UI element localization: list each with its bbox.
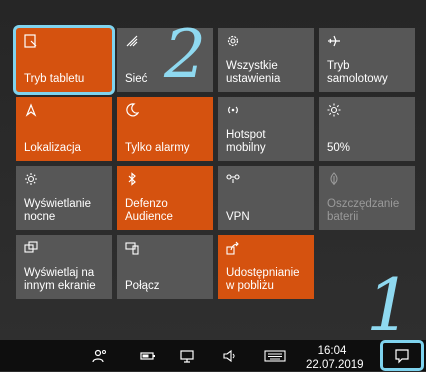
- tile-vpn[interactable]: VPN: [218, 166, 314, 230]
- bluetooth-icon: [128, 172, 136, 186]
- tablet-mode-highlight: [13, 25, 115, 95]
- brightness-icon: [327, 103, 341, 117]
- battery-saver-icon: [330, 172, 338, 185]
- tile-label: Wyświetlaj na innym ekranie: [24, 267, 96, 292]
- people-icon[interactable]: [92, 348, 108, 364]
- tile-connect[interactable]: Połącz: [117, 235, 213, 299]
- clock-date: 22.07.2019: [306, 359, 364, 371]
- tile-label: Połącz: [125, 280, 160, 292]
- tile-location[interactable]: Lokalizacja: [16, 97, 112, 161]
- network-icon: [126, 35, 138, 47]
- action-center-panel: Tryb tabletu Sieć Wszystkie ustawienia T…: [0, 0, 426, 347]
- annotation-step-2: 2: [164, 16, 206, 93]
- tile-bluetooth[interactable]: Defenzo Audience: [117, 166, 213, 230]
- tile-brightness[interactable]: 50%: [319, 97, 415, 161]
- action-center-highlight: [380, 340, 424, 371]
- tile-label: Wyświetlanie nocne: [24, 198, 92, 223]
- battery-icon[interactable]: [140, 348, 156, 364]
- tile-label: Tryb samolotowy: [327, 60, 388, 85]
- tile-label: Defenzo Audience: [125, 198, 173, 223]
- tile-label: Wszystkie ustawienia: [226, 60, 281, 85]
- vpn-icon: [226, 174, 240, 183]
- network-tray-icon[interactable]: [180, 348, 196, 364]
- connect-icon: [125, 242, 139, 255]
- tile-project[interactable]: Wyświetlaj na innym ekranie: [16, 235, 112, 299]
- tile-label: VPN: [226, 211, 250, 223]
- tile-mobile-hotspot[interactable]: Hotspot mobilny: [218, 97, 314, 161]
- tile-label: Lokalizacja: [24, 142, 81, 154]
- taskbar: 16:04 22.07.2019: [0, 340, 426, 371]
- location-icon: [25, 103, 37, 117]
- gear-icon: [227, 35, 239, 47]
- hotspot-icon: [228, 106, 238, 114]
- tile-label: Udostępnianie w pobliżu: [226, 267, 300, 292]
- keyboard-icon[interactable]: [264, 348, 286, 364]
- tile-label: Tylko alarmy: [125, 142, 190, 154]
- tile-nearby-sharing[interactable]: Udostępnianie w pobliżu: [218, 235, 314, 299]
- tile-label: Hotspot mobilny: [226, 129, 266, 154]
- project-icon: [24, 241, 38, 253]
- clock-time: 16:04: [317, 345, 347, 357]
- tile-battery-saver: Oszczędzanie baterii: [319, 166, 415, 230]
- tile-airplane-mode[interactable]: Tryb samolotowy: [319, 28, 415, 92]
- tile-quiet-hours[interactable]: Tylko alarmy: [117, 97, 213, 161]
- volume-icon[interactable]: [222, 348, 238, 364]
- moon-icon: [126, 103, 139, 117]
- clock[interactable]: 16:04 22.07.2019: [306, 344, 364, 372]
- airplane-icon: [328, 35, 340, 47]
- night-light-icon: [25, 173, 37, 185]
- annotation-step-1: 1: [366, 263, 412, 347]
- tile-all-settings[interactable]: Wszystkie ustawienia: [218, 28, 314, 92]
- tile-night-light[interactable]: Wyświetlanie nocne: [16, 166, 112, 230]
- nearby-share-icon: [226, 241, 239, 255]
- tile-label: 50%: [327, 142, 351, 154]
- tile-label: Oszczędzanie baterii: [327, 198, 400, 223]
